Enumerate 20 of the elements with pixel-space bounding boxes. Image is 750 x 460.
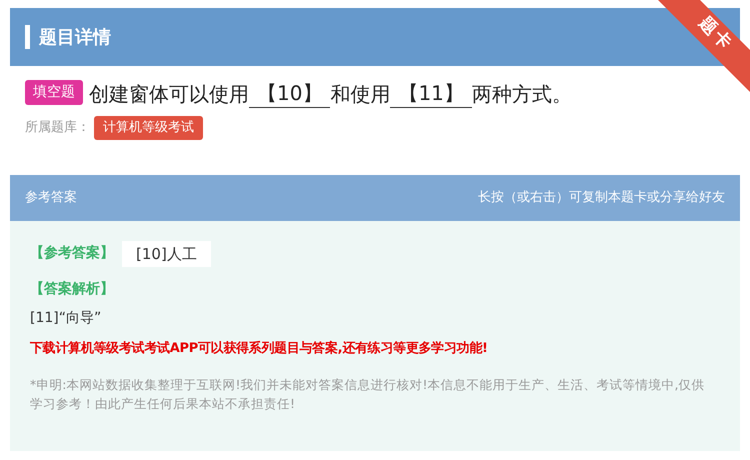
bank-tag[interactable]: 计算机等级考试 — [94, 116, 203, 140]
answer-image: [10]人工 — [122, 240, 211, 267]
bank-label: 所属题库： — [25, 119, 90, 137]
answer-label: 【参考答案】 — [30, 244, 114, 264]
promo-text: 下载计算机等级考试考试APP可以获得系列题目与答案,还有练习等更多学习功能! — [30, 340, 489, 358]
corner-ribbon[interactable] — [658, 0, 750, 92]
answer-blank: 【10】 — [249, 79, 330, 108]
analysis-label: 【答案解析】 — [30, 280, 115, 299]
accent-bar — [25, 25, 30, 49]
disclaimer-text: *申明:本网站数据收集整理于互联网!我们并未能对答案信息进行核对!本信息不能用于生产、生活、考试等情境中,仅供学习参考！由此产生任何后果本站不承担责任! — [30, 376, 706, 412]
answer-header-title: 参考答案 — [25, 188, 77, 207]
analysis-text: [11]“向导” — [30, 309, 102, 328]
question-text: 和使用 — [330, 81, 390, 108]
header-title: 题目详情 — [39, 26, 111, 50]
answer-blank: 【11】 — [390, 79, 472, 108]
question-text: 两种方式。 — [472, 81, 572, 108]
copy-hint: 长按（或右击）可复制本题卡或分享给好友 — [478, 188, 725, 207]
ribbon-label: 题卡 — [694, 12, 738, 56]
question-type-tag: 填空题 — [25, 80, 83, 105]
question-text: 创建窗体可以使用 — [89, 81, 249, 108]
